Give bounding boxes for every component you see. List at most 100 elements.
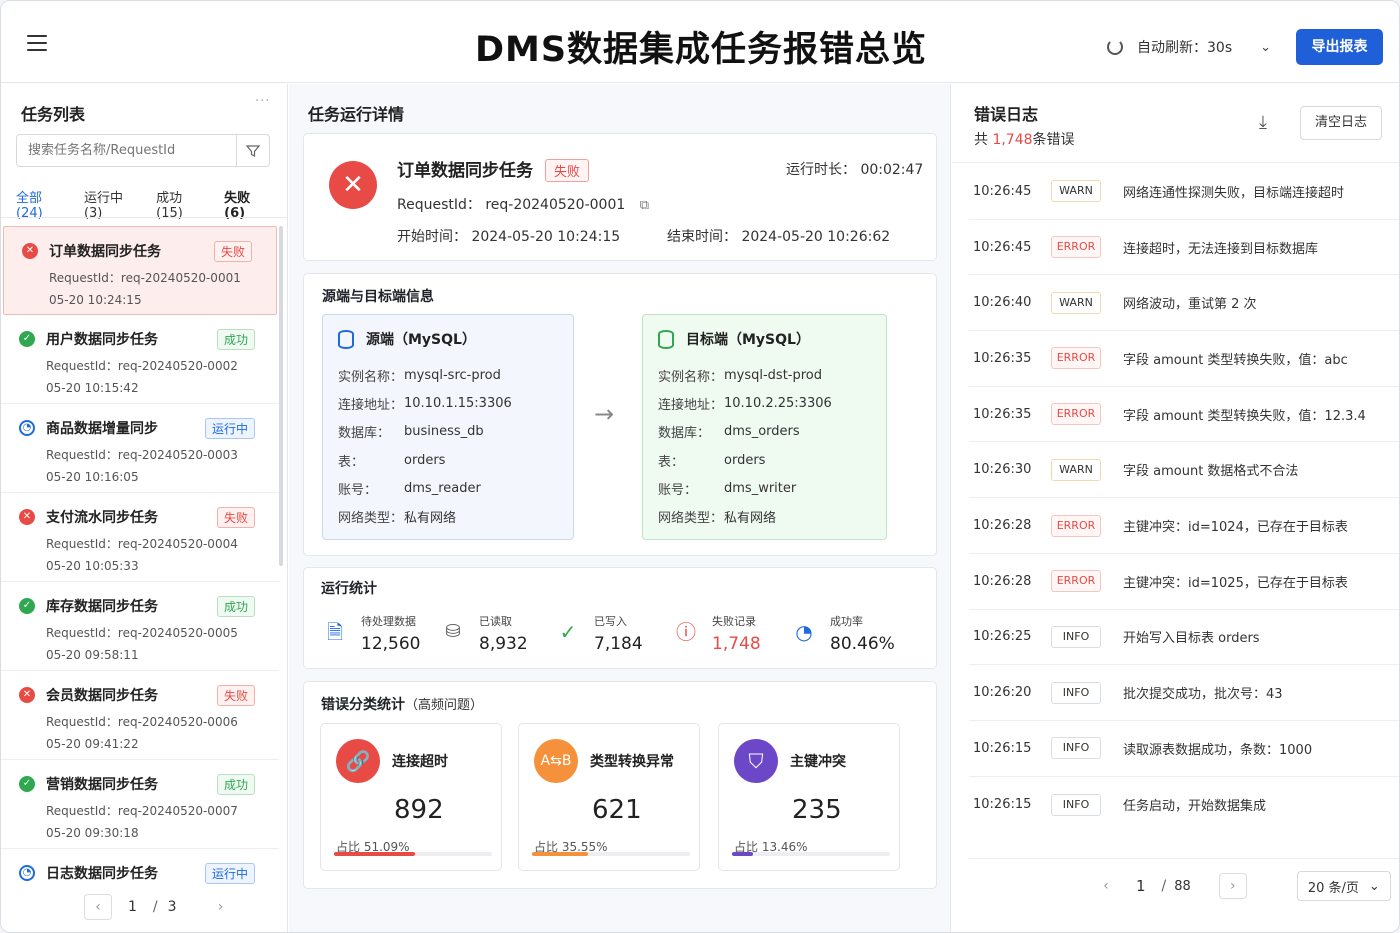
running-status-icon: ◔ xyxy=(19,420,35,436)
task-item[interactable]: ✓ 营销数据同步任务 RequestId：req-20240520-0007 0… xyxy=(1,760,279,849)
chevron-down-icon: ⌄ xyxy=(1260,39,1272,55)
task-time: 05-20 09:58:11 xyxy=(46,648,139,662)
error-category-subtitle: （高频问题） xyxy=(405,698,484,713)
target-title: 目标端（MySQL） xyxy=(686,332,810,348)
field-label: 数据库： xyxy=(338,426,391,442)
filter-icon[interactable] xyxy=(236,135,269,166)
database-search-icon: ⛁ xyxy=(445,621,461,642)
log-row[interactable]: 10:26:15 INFO 任务启动，开始数据集成 xyxy=(969,777,1399,833)
task-item[interactable]: ◔ 商品数据增量同步 RequestId：req-20240520-0003 0… xyxy=(1,404,279,493)
log-time: 10:26:28 xyxy=(973,518,1032,534)
field-value: dms_reader xyxy=(404,480,481,496)
error-count-prefix: 共 xyxy=(974,132,988,148)
category-name: 类型转换异常 xyxy=(590,754,674,770)
error-category-primary-key[interactable]: ⛉ 主键冲突 235 占比 13.46% xyxy=(718,723,900,871)
field-value: dms_writer xyxy=(724,480,797,496)
field-value: mysql-src-prod xyxy=(404,367,501,383)
stat-failed: ⓘ 失败记录 1,748 xyxy=(673,613,791,654)
task-request-id: RequestId：req-20240520-0003 xyxy=(46,448,238,462)
tab-all[interactable]: 全部(24) xyxy=(16,187,63,231)
task-item[interactable]: ✓ 用户数据同步任务 RequestId：req-20240520-0002 0… xyxy=(1,315,279,404)
task-summary-name: 订单数据同步任务 xyxy=(397,161,533,181)
error-category-timeout[interactable]: 🔗 连接超时 892 占比 51.09% xyxy=(320,723,502,871)
category-progress-fill xyxy=(732,852,754,856)
auto-refresh-select[interactable]: 自动刷新：30s ⌄ xyxy=(1107,37,1271,57)
stats-row: 🗎 待处理数据 12,560 ⛁ 已读取 8,932 ✓ 已写入 7,184 ⓘ 失败… xyxy=(322,613,909,654)
status-badge: 成功 xyxy=(216,596,255,617)
log-row[interactable]: 10:26:30 WARN 字段 amount 数据格式不合法 xyxy=(969,443,1399,499)
log-row[interactable]: 10:26:25 INFO 开始写入目标表 orders xyxy=(969,610,1399,666)
task-item[interactable]: ✕ 订单数据同步任务 RequestId：req-20240520-0001 0… xyxy=(3,226,277,315)
log-row[interactable]: 10:26:45 WARN 网络连通性探测失败，目标端连接超时 xyxy=(969,164,1399,220)
category-count: 621 xyxy=(592,795,642,825)
copy-icon[interactable]: ⧉ xyxy=(640,198,649,213)
next-page-button[interactable]: › xyxy=(1218,873,1247,899)
task-time: 05-20 10:15:42 xyxy=(46,381,139,395)
source-title: 源端（MySQL） xyxy=(366,332,476,348)
log-row[interactable]: 10:26:40 WARN 网络波动，重试第 2 次 xyxy=(969,275,1399,332)
status-badge: 失败 xyxy=(213,241,252,262)
task-item[interactable]: ✓ 库存数据同步任务 RequestId：req-20240520-0005 0… xyxy=(1,582,279,671)
tab-divider xyxy=(1,217,287,218)
download-icon[interactable]: ⤓ xyxy=(1259,112,1267,133)
stats-card: 运行统计 🗎 待处理数据 12,560 ⛁ 已读取 8,932 ✓ 已写入 7,184… xyxy=(303,567,937,669)
field-label: 表： xyxy=(338,454,365,470)
status-badge: 运行中 xyxy=(204,863,255,884)
total-pages: 3 xyxy=(167,899,177,915)
success-status-icon: ✓ xyxy=(19,598,35,614)
log-time: 10:26:45 xyxy=(973,239,1032,255)
log-row[interactable]: 10:26:45 ERROR 连接超时，无法连接到目标数据库 xyxy=(969,220,1399,276)
export-report-button[interactable]: 导出报表 xyxy=(1296,29,1383,65)
field-value: 10.10.1.15:3306 xyxy=(404,395,512,411)
log-level-badge: ERROR xyxy=(1051,570,1101,593)
task-request-id: RequestId：req-20240520-0004 xyxy=(46,537,238,551)
prev-page-button[interactable]: ‹ xyxy=(84,894,112,920)
tab-success[interactable]: 成功(15) xyxy=(156,187,203,231)
clear-log-button[interactable]: 清空日志 xyxy=(1300,106,1382,140)
status-badge: 运行中 xyxy=(204,418,255,439)
log-row[interactable]: 10:26:28 ERROR 主键冲突：id=1025，已存在于目标表 xyxy=(969,554,1399,610)
field-label: 连接地址： xyxy=(338,397,404,413)
log-row[interactable]: 10:26:28 ERROR 主键冲突：id=1024，已存在于目标表 xyxy=(969,498,1399,554)
category-count: 892 xyxy=(394,795,444,825)
category-progress-fill xyxy=(532,852,589,856)
task-item[interactable]: ◔ 日志数据同步任务 运行中 xyxy=(1,849,279,889)
field-label: 表： xyxy=(658,454,685,470)
field-label: 账号： xyxy=(658,482,698,498)
tab-failed[interactable]: 失败(6) xyxy=(224,187,266,231)
task-request-id: RequestId：req-20240520-0006 xyxy=(46,715,238,729)
field-value: mysql-dst-prod xyxy=(724,367,823,383)
prev-page-button[interactable]: ‹ xyxy=(1092,873,1120,899)
stat-label: 已读取 xyxy=(479,615,512,628)
next-page-button[interactable]: › xyxy=(207,894,235,920)
log-level-badge: ERROR xyxy=(1051,347,1101,370)
start-time: 开始时间： 2024-05-20 10:24:15 xyxy=(397,229,621,245)
tab-running[interactable]: 运行中(3) xyxy=(84,187,135,231)
log-row[interactable]: 10:26:20 INFO 批次提交成功，批次号：43 xyxy=(969,665,1399,721)
current-page: 1 xyxy=(1136,877,1146,895)
log-row[interactable]: 10:26:35 ERROR 字段 amount 类型转换失败，值：12.3.4 xyxy=(969,387,1399,443)
log-time: 10:26:35 xyxy=(973,406,1032,422)
task-item[interactable]: ✕ 支付流水同步任务 RequestId：req-20240520-0004 0… xyxy=(1,493,279,582)
task-request-id: RequestId：req-20240520-0002 xyxy=(46,359,238,373)
log-row[interactable]: 10:26:15 INFO 读取源表数据成功，条数：1000 xyxy=(969,721,1399,777)
page-separator: / xyxy=(152,899,158,915)
document-icon: 🗎 xyxy=(326,620,344,644)
error-count-suffix: 条错误 xyxy=(1032,132,1075,148)
stat-label: 已写入 xyxy=(594,615,627,628)
more-icon[interactable]: ··· xyxy=(255,94,270,109)
log-time: 10:26:15 xyxy=(973,797,1032,813)
stat-value: 7,184 xyxy=(594,634,643,654)
error-category-type-conversion[interactable]: A⇆B 类型转换异常 621 占比 35.55% xyxy=(518,723,700,871)
task-search-input[interactable] xyxy=(17,135,236,166)
task-list-scrollbar[interactable] xyxy=(279,226,283,566)
stat-value: 80.46% xyxy=(830,634,895,654)
page-size-select[interactable]: 20 条/页 ⌄ xyxy=(1296,871,1391,901)
log-row[interactable]: 10:26:35 ERROR 字段 amount 类型转换失败，值：abc xyxy=(969,331,1399,387)
link-icon: 🔗 xyxy=(336,739,380,783)
success-status-icon: ✓ xyxy=(19,776,35,792)
log-time: 10:26:28 xyxy=(973,573,1032,589)
error-log-title: 错误日志 xyxy=(974,105,1039,124)
task-item[interactable]: ✕ 会员数据同步任务 RequestId：req-20240520-0006 0… xyxy=(1,671,279,760)
status-badge: 失败 xyxy=(216,507,255,528)
